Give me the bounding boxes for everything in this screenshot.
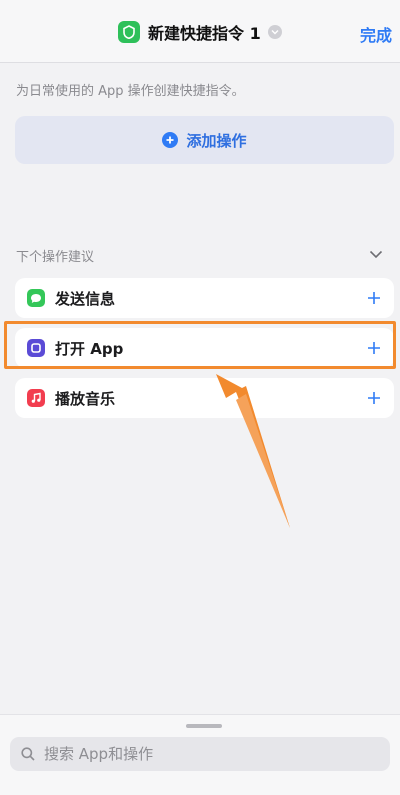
- suggestions-title: 下个操作建议: [16, 250, 95, 265]
- suggestion-label: 播放音乐: [55, 389, 116, 408]
- chevron-down-icon[interactable]: [267, 25, 282, 39]
- done-button[interactable]: 完成: [360, 22, 392, 46]
- add-circle-icon: [162, 132, 179, 148]
- message-icon: [27, 289, 45, 307]
- search-icon: [20, 746, 36, 762]
- chevron-down-icon[interactable]: [366, 244, 386, 264]
- shortcut-icon: [118, 21, 140, 43]
- drag-handle[interactable]: [186, 724, 222, 728]
- search-field[interactable]: [10, 737, 390, 771]
- open-app-icon: [27, 339, 45, 357]
- suggestion-label: 发送信息: [55, 289, 116, 308]
- action-search-panel: [0, 714, 400, 795]
- suggestion-play-music[interactable]: 播放音乐: [15, 378, 394, 418]
- suggestion-open-app[interactable]: 打开 App: [15, 328, 394, 368]
- add-icon[interactable]: [364, 388, 384, 408]
- suggestion-send-message[interactable]: 发送信息: [15, 278, 394, 318]
- suggestion-label: 打开 App: [55, 339, 124, 358]
- shortcut-title[interactable]: 新建快捷指令 1: [118, 20, 282, 44]
- add-action-button[interactable]: 添加操作: [15, 116, 394, 164]
- search-input[interactable]: [42, 744, 376, 764]
- intro-text: 为日常使用的 App 操作创建快捷指令。: [16, 84, 245, 99]
- add-action-label: 添加操作: [186, 131, 247, 150]
- navigation-bar: 新建快捷指令 1 完成: [0, 0, 400, 63]
- shortcut-name: 新建快捷指令 1: [148, 24, 261, 43]
- add-icon[interactable]: [364, 338, 384, 358]
- suggestion-list: 发送信息 打开 App 播放音乐: [15, 278, 394, 428]
- music-icon: [27, 389, 45, 407]
- add-icon[interactable]: [364, 288, 384, 308]
